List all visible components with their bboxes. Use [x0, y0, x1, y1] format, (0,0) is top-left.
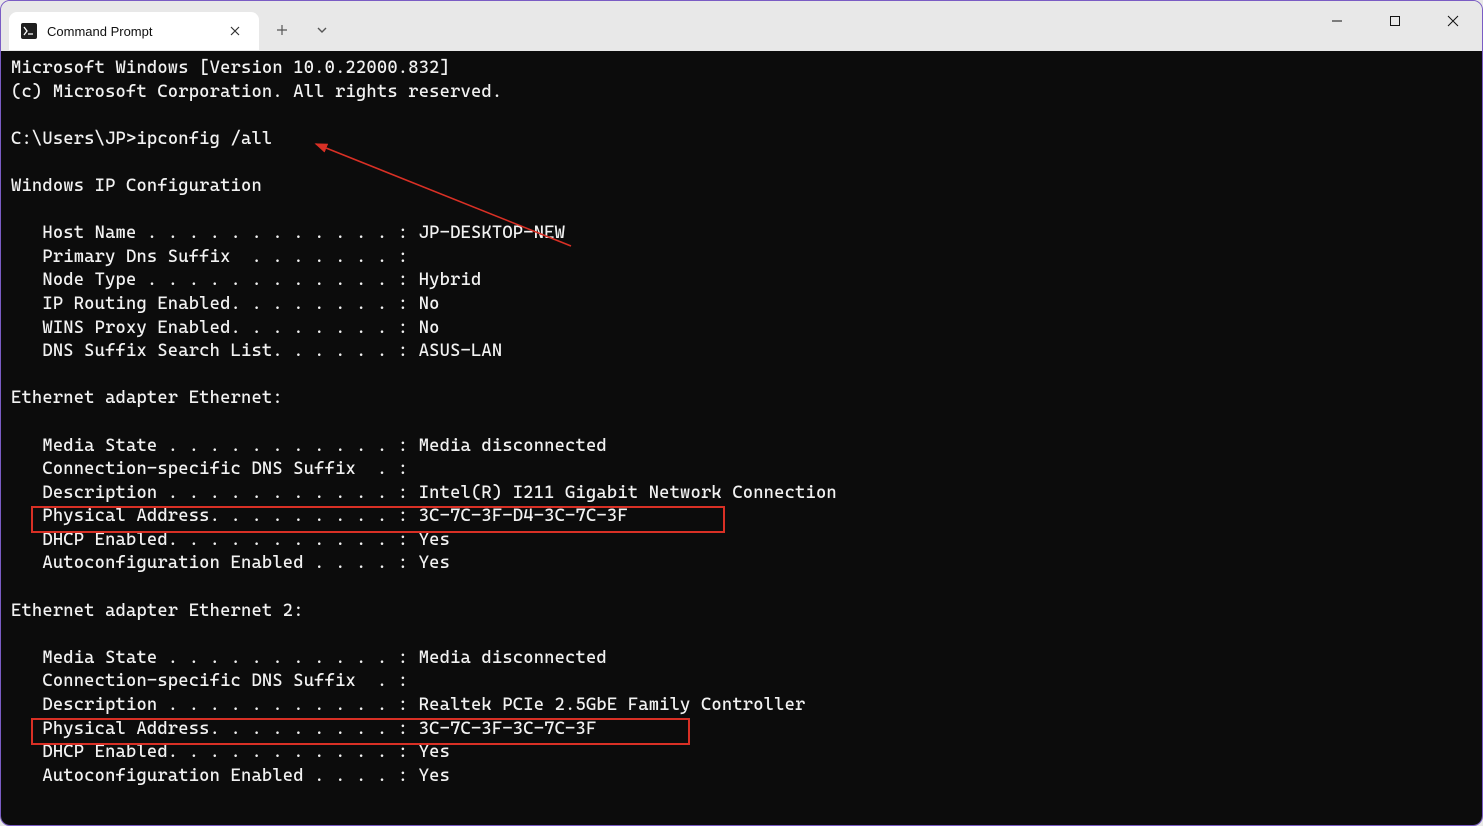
- dns-suffix-list-label: DNS Suffix Search List. . . . . . :: [11, 341, 419, 361]
- eth1-conn-dns-label: Connection-specific DNS Suffix . :: [11, 459, 408, 479]
- eth2-media-state-value: Media disconnected: [419, 648, 607, 668]
- eth2-autoconf-value: Yes: [419, 766, 450, 786]
- section-ethernet-2: Ethernet adapter Ethernet 2:: [11, 601, 304, 621]
- eth2-description-value: Realtek PCIe 2.5GbE Family Controller: [419, 695, 806, 715]
- terminal-window: Command Prompt Microsoft Windows [Versio…: [0, 0, 1483, 826]
- os-header-line1: Microsoft Windows [Version 10.0.22000.83…: [11, 58, 450, 78]
- ip-routing-value: No: [419, 294, 440, 314]
- eth1-description-label: Description . . . . . . . . . . . :: [11, 483, 419, 503]
- eth1-autoconf-value: Yes: [419, 553, 450, 573]
- eth2-autoconf-label: Autoconfiguration Enabled . . . . :: [11, 766, 419, 786]
- eth1-physical-address-label: Physical Address. . . . . . . . . :: [11, 506, 419, 526]
- eth2-description-label: Description . . . . . . . . . . . :: [11, 695, 419, 715]
- minimize-button[interactable]: [1308, 1, 1366, 41]
- prompt: C:\Users\JP>: [11, 129, 136, 149]
- wins-proxy-value: No: [419, 318, 440, 338]
- command-prompt-icon: [21, 23, 37, 39]
- node-type-label: Node Type . . . . . . . . . . . . :: [11, 270, 419, 290]
- eth1-dhcp-label: DHCP Enabled. . . . . . . . . . . :: [11, 530, 419, 550]
- eth2-media-state-label: Media State . . . . . . . . . . . :: [11, 648, 419, 668]
- tab-close-button[interactable]: [225, 21, 245, 41]
- eth1-autoconf-label: Autoconfiguration Enabled . . . . :: [11, 553, 419, 573]
- close-window-button[interactable]: [1424, 1, 1482, 41]
- section-ip-configuration: Windows IP Configuration: [11, 176, 262, 196]
- eth2-dhcp-value: Yes: [419, 742, 450, 762]
- node-type-value: Hybrid: [419, 270, 482, 290]
- window-controls: [1308, 1, 1482, 51]
- tab-dropdown-button[interactable]: [305, 13, 339, 47]
- tab-command-prompt[interactable]: Command Prompt: [9, 12, 259, 50]
- eth2-dhcp-label: DHCP Enabled. . . . . . . . . . . :: [11, 742, 419, 762]
- eth1-media-state-value: Media disconnected: [419, 436, 607, 456]
- eth1-media-state-label: Media State . . . . . . . . . . . :: [11, 436, 419, 456]
- eth1-physical-address-value: 3C-7C-3F-D4-3C-7C-3F: [419, 506, 628, 526]
- maximize-button[interactable]: [1366, 1, 1424, 41]
- new-tab-button[interactable]: [265, 13, 299, 47]
- section-ethernet-1: Ethernet adapter Ethernet:: [11, 388, 283, 408]
- host-name-value: JP-DESKTOP-NEW: [419, 223, 565, 243]
- command-text: ipconfig /all: [136, 129, 272, 149]
- terminal-output[interactable]: Microsoft Windows [Version 10.0.22000.83…: [1, 51, 1482, 825]
- tab-title: Command Prompt: [47, 24, 225, 39]
- eth1-dhcp-value: Yes: [419, 530, 450, 550]
- eth2-conn-dns-label: Connection-specific DNS Suffix . :: [11, 671, 408, 691]
- host-name-label: Host Name . . . . . . . . . . . . :: [11, 223, 419, 243]
- eth1-description-value: Intel(R) I211 Gigabit Network Connection: [419, 483, 837, 503]
- titlebar: Command Prompt: [1, 1, 1482, 51]
- dns-suffix-list-value: ASUS-LAN: [419, 341, 503, 361]
- eth2-physical-address-label: Physical Address. . . . . . . . . :: [11, 719, 419, 739]
- primary-dns-suffix-label: Primary Dns Suffix . . . . . . . :: [11, 247, 408, 267]
- os-header-line2: (c) Microsoft Corporation. All rights re…: [11, 82, 502, 102]
- ip-routing-label: IP Routing Enabled. . . . . . . . :: [11, 294, 419, 314]
- wins-proxy-label: WINS Proxy Enabled. . . . . . . . :: [11, 318, 419, 338]
- eth2-physical-address-value: 3C-7C-3F-3C-7C-3F: [419, 719, 597, 739]
